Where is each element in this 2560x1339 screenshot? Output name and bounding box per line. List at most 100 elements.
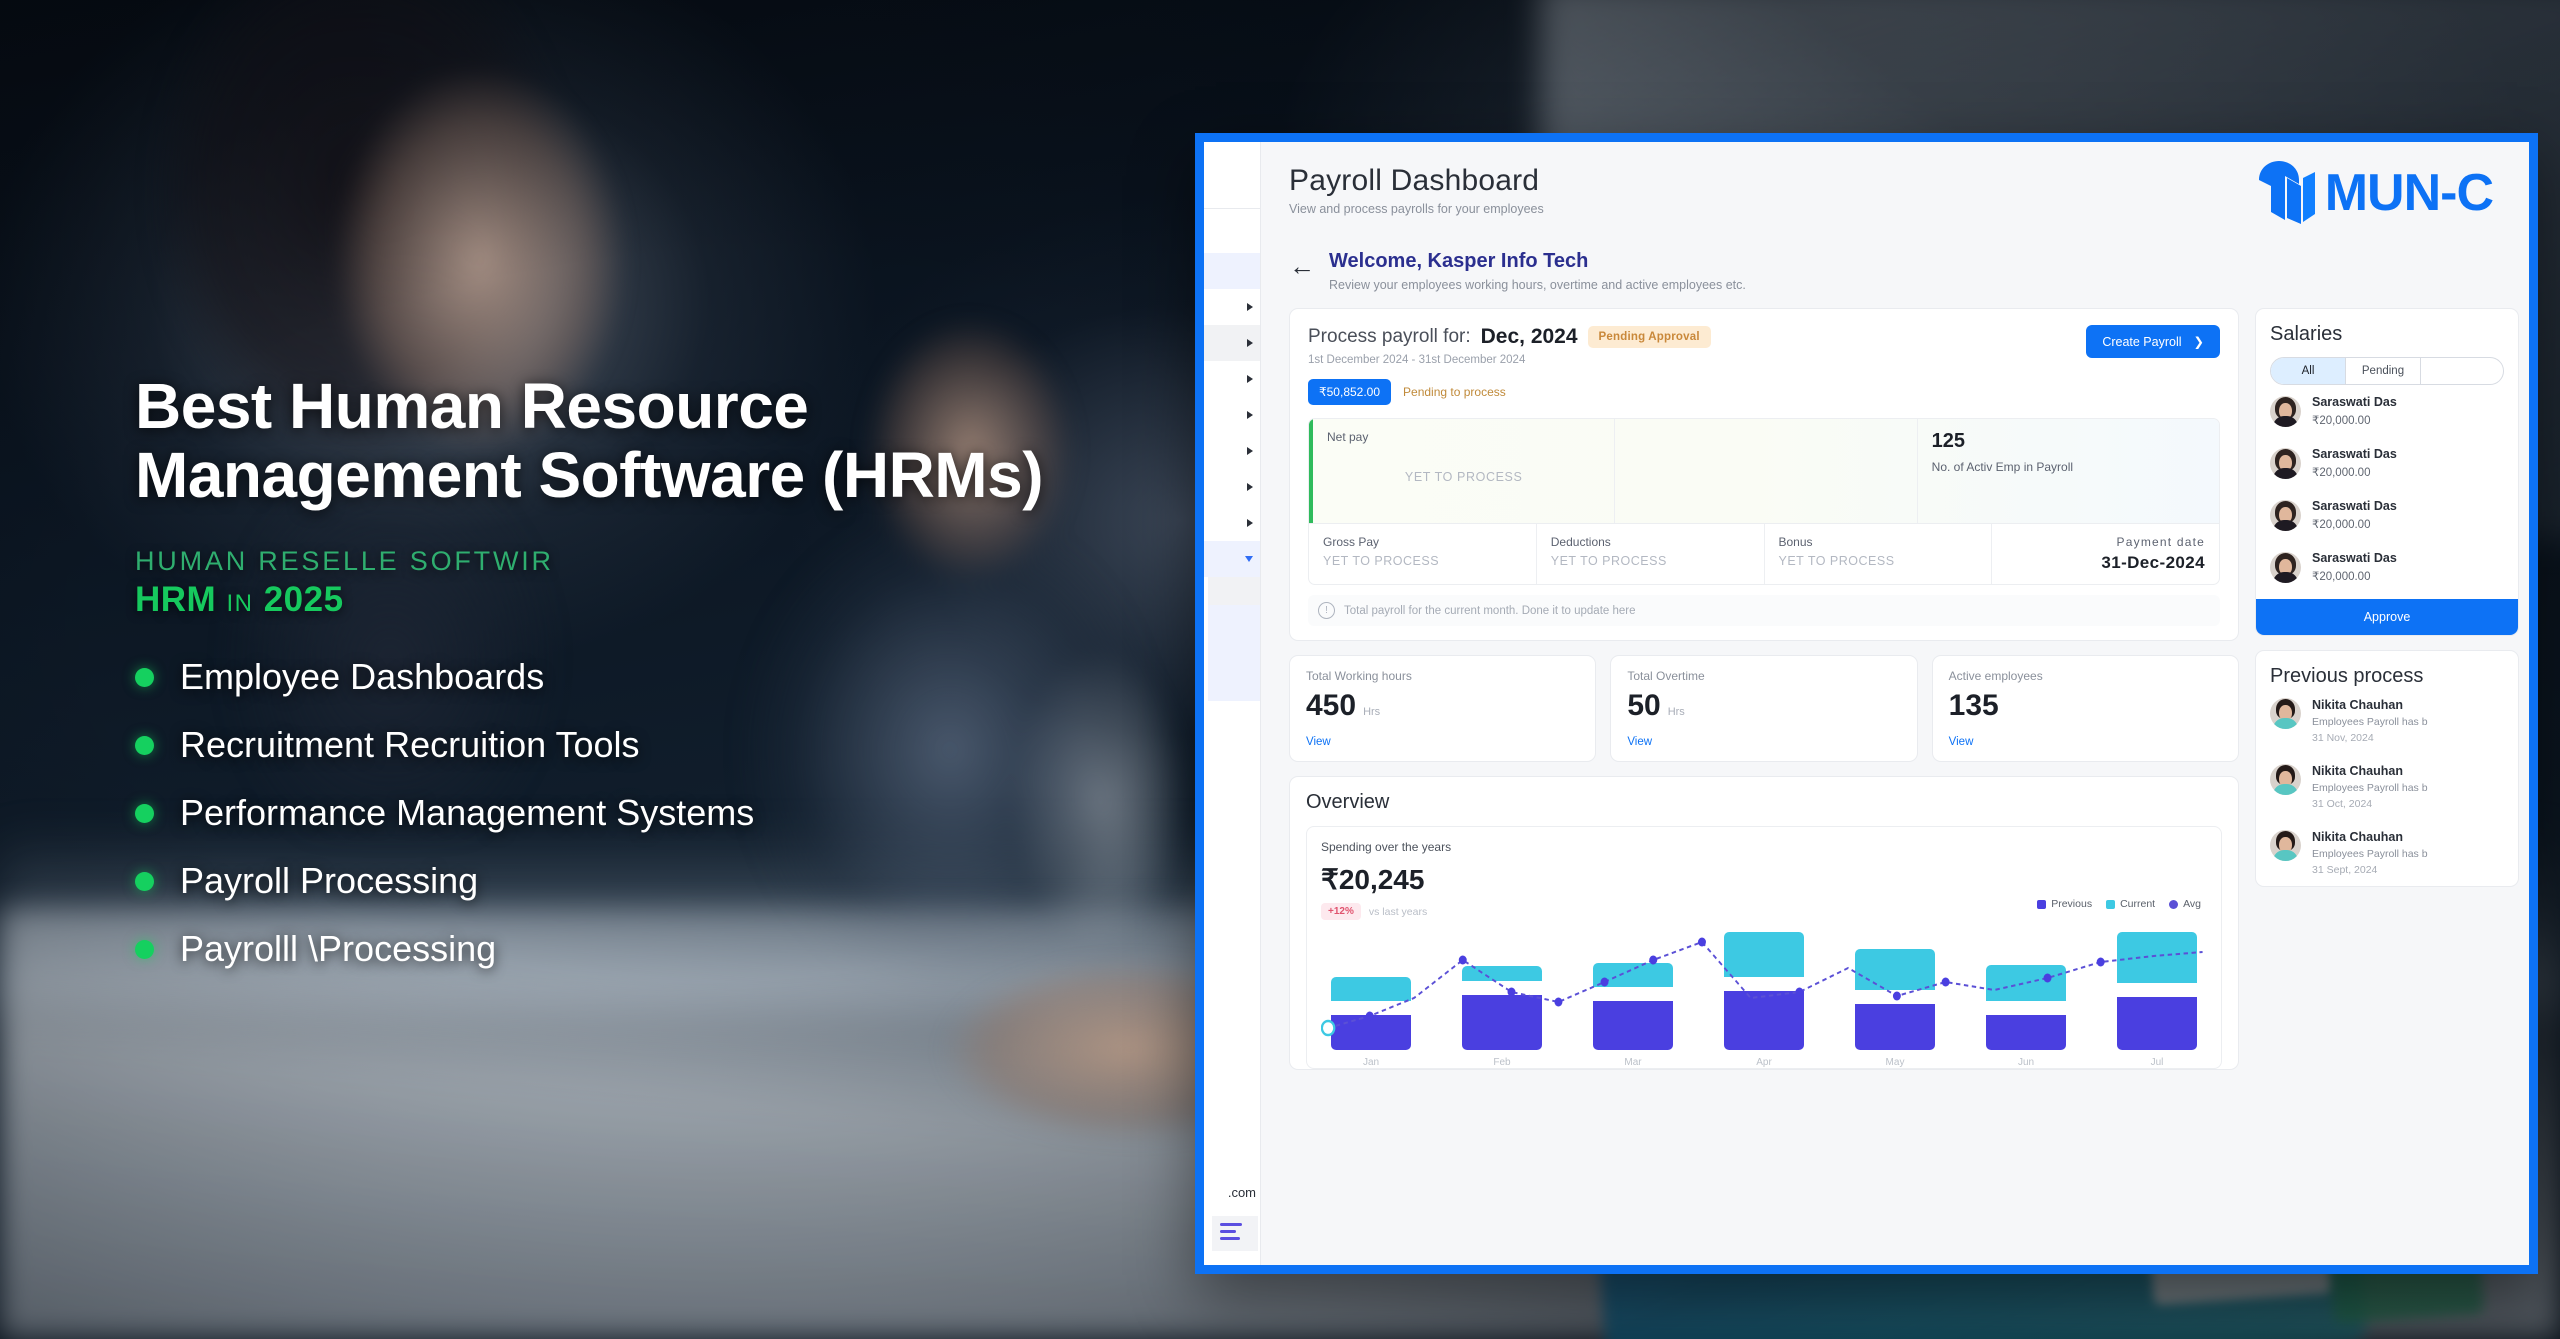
page-subtitle: View and process payrolls for your emplo… — [1289, 202, 1544, 216]
bar-segment-previous — [1593, 1000, 1673, 1050]
list-item[interactable]: Nikita Chauhan Employees Payroll has b 3… — [2256, 688, 2518, 754]
legend-item-avg: Avg — [2169, 898, 2201, 910]
bar-segment-current — [1593, 963, 1673, 987]
list-item: Payroll Processing — [135, 860, 1195, 902]
sidebar-nav-items — [1204, 209, 1260, 1185]
chart-x-label: Apr — [1756, 1057, 1772, 1068]
bar-segment-current — [1855, 949, 1935, 990]
list-item[interactable]: Nikita Chauhan Employees Payroll has b 3… — [2256, 820, 2518, 886]
welcome-subtitle: Review your employees working hours, ove… — [1329, 278, 1746, 292]
list-item[interactable]: Nikita Chauhan Employees Payroll has b 3… — [2256, 754, 2518, 820]
stat-view-link[interactable]: View — [1949, 736, 2222, 748]
tab-all[interactable]: All — [2271, 358, 2346, 384]
page-header: Payroll Dashboard View and process payro… — [1289, 161, 2529, 226]
stat-unit: Hrs — [1667, 706, 1685, 718]
sidebar-subitems-expanded[interactable] — [1208, 605, 1260, 701]
approve-button[interactable]: Approve — [2256, 599, 2518, 635]
sidebar-item-7[interactable] — [1204, 505, 1260, 541]
hamburger-line — [1220, 1237, 1240, 1240]
sidebar-item-1[interactable] — [1204, 289, 1260, 325]
legend-item-current: Current — [2106, 898, 2155, 910]
legend-swatch — [2106, 899, 2116, 909]
sidebar-item-2[interactable] — [1204, 325, 1260, 361]
bar-segment-previous — [1986, 1014, 2066, 1050]
bullet-dot-icon — [135, 803, 154, 823]
avatar — [2270, 551, 2301, 583]
bullet-dot-icon — [135, 939, 154, 959]
sidebar-subitem-block[interactable] — [1208, 577, 1260, 605]
chart-bar-may — [1855, 932, 1935, 1050]
chevron-right-icon — [1247, 519, 1253, 527]
process-payroll-card: Process payroll for: Dec, 2024 Pending A… — [1289, 308, 2239, 641]
previous-process-card: Previous process Nikita Chauhan Employee… — [2255, 650, 2519, 887]
chart-bar-jun — [1986, 932, 2066, 1050]
stat-view-link[interactable]: View — [1306, 736, 1579, 748]
page-title: Payroll Dashboard — [1289, 164, 1540, 197]
main-content: Payroll Dashboard View and process payro… — [1261, 142, 2529, 1265]
bonus-label: Bonus — [1778, 535, 1813, 549]
tab-third[interactable] — [2421, 358, 2495, 384]
promo-year-label: 2025 — [263, 580, 344, 620]
sidebar-item-4[interactable] — [1204, 397, 1260, 433]
salary-row-text: Saraswati Das ₹20,000.00 — [2312, 499, 2397, 531]
chevron-right-icon — [1247, 303, 1253, 311]
chart-bar-jul — [2117, 932, 2197, 1050]
list-item[interactable]: Saraswati Das ₹20,000.00 — [2256, 385, 2518, 437]
create-payroll-button[interactable]: Create Payroll ❯ — [2086, 325, 2220, 358]
promo-subline-1: HUMAN RESELLE SOFTWIR — [135, 546, 554, 577]
legend-label: Avg — [2183, 898, 2201, 910]
employee-name: Saraswati Das — [2312, 499, 2397, 513]
process-payroll-month: Dec, 2024 — [1480, 325, 1578, 348]
stat-view-link[interactable]: View — [1627, 736, 1900, 748]
process-description: Employees Payroll has b — [2312, 716, 2428, 728]
net-pay-value: YET TO PROCESS — [1404, 470, 1523, 484]
sidebar-item-payroll[interactable] — [1204, 541, 1260, 577]
promo-in-label: IN — [226, 590, 254, 618]
back-arrow-icon[interactable]: ← — [1289, 253, 1315, 279]
hamburger-menu-icon[interactable] — [1212, 1216, 1258, 1251]
chart-bar-jan — [1331, 932, 1411, 1050]
chevron-down-icon — [1245, 556, 1253, 562]
payroll-summary-top: Net pay YET TO PROCESS 125 No. of Activ … — [1309, 419, 2219, 523]
list-item[interactable]: Saraswati Das ₹20,000.00 — [2256, 437, 2518, 489]
previous-row-text: Nikita Chauhan Employees Payroll has b 3… — [2312, 830, 2428, 876]
salaries-tabs: All Pending — [2270, 357, 2504, 385]
employee-name: Saraswati Das — [2312, 395, 2397, 409]
bar-segment-current — [2117, 932, 2197, 984]
active-employees-count: 125 — [1931, 430, 1966, 452]
process-date: 31 Oct, 2024 — [2312, 798, 2373, 810]
chart-delta-text: vs last years — [1368, 905, 1428, 918]
employee-name: Saraswati Das — [2312, 447, 2397, 461]
chart-x-label: Jan — [1362, 1057, 1380, 1068]
list-item[interactable]: Saraswati Das ₹20,000.00 — [2256, 541, 2518, 593]
salaries-card: Salaries All Pending Saraswati Das ₹20,0… — [2255, 308, 2519, 636]
munc-logo-icon — [2258, 161, 2315, 224]
sidebar-item-3[interactable] — [1204, 361, 1260, 397]
tab-pending[interactable]: Pending — [2346, 358, 2421, 384]
promo-feature-label: Performance Management Systems — [180, 792, 755, 834]
chart-x-label: May — [1885, 1057, 1905, 1068]
active-employees-caption: No. of Activ Emp in Payroll — [1931, 460, 2074, 474]
salary-row-text: Saraswati Das ₹20,000.00 — [2312, 447, 2397, 479]
gross-pay-value: YET TO PROCESS — [1323, 554, 1440, 568]
stat-value-group: 135 — [1949, 689, 2222, 723]
avatar — [2270, 447, 2301, 479]
chevron-right-icon — [1247, 483, 1253, 491]
sidebar-logo-slot — [1204, 142, 1260, 209]
chart-delta-chip: +12% — [1321, 903, 1361, 920]
employee-salary: ₹20,000.00 — [2312, 519, 2371, 531]
bar-segment-current — [1462, 966, 1542, 982]
legend-swatch — [2037, 899, 2047, 909]
sidebar-item-5[interactable] — [1204, 433, 1260, 469]
brand-name: MUN-C — [2324, 164, 2494, 222]
stat-unit: Hrs — [1363, 706, 1381, 718]
stat-value-group: 50 Hrs — [1627, 689, 1900, 723]
list-item[interactable]: Saraswati Das ₹20,000.00 — [2256, 489, 2518, 541]
sidebar-item-dashboard[interactable] — [1204, 253, 1260, 289]
app-window: .com Payroll Dashboard View and process … — [1195, 133, 2538, 1274]
bullet-dot-icon — [135, 735, 154, 755]
sidebar-footer: .com — [1204, 1185, 1260, 1265]
chevron-right-icon — [1247, 375, 1253, 383]
sidebar-item-6[interactable] — [1204, 469, 1260, 505]
legend-swatch — [2169, 899, 2179, 909]
